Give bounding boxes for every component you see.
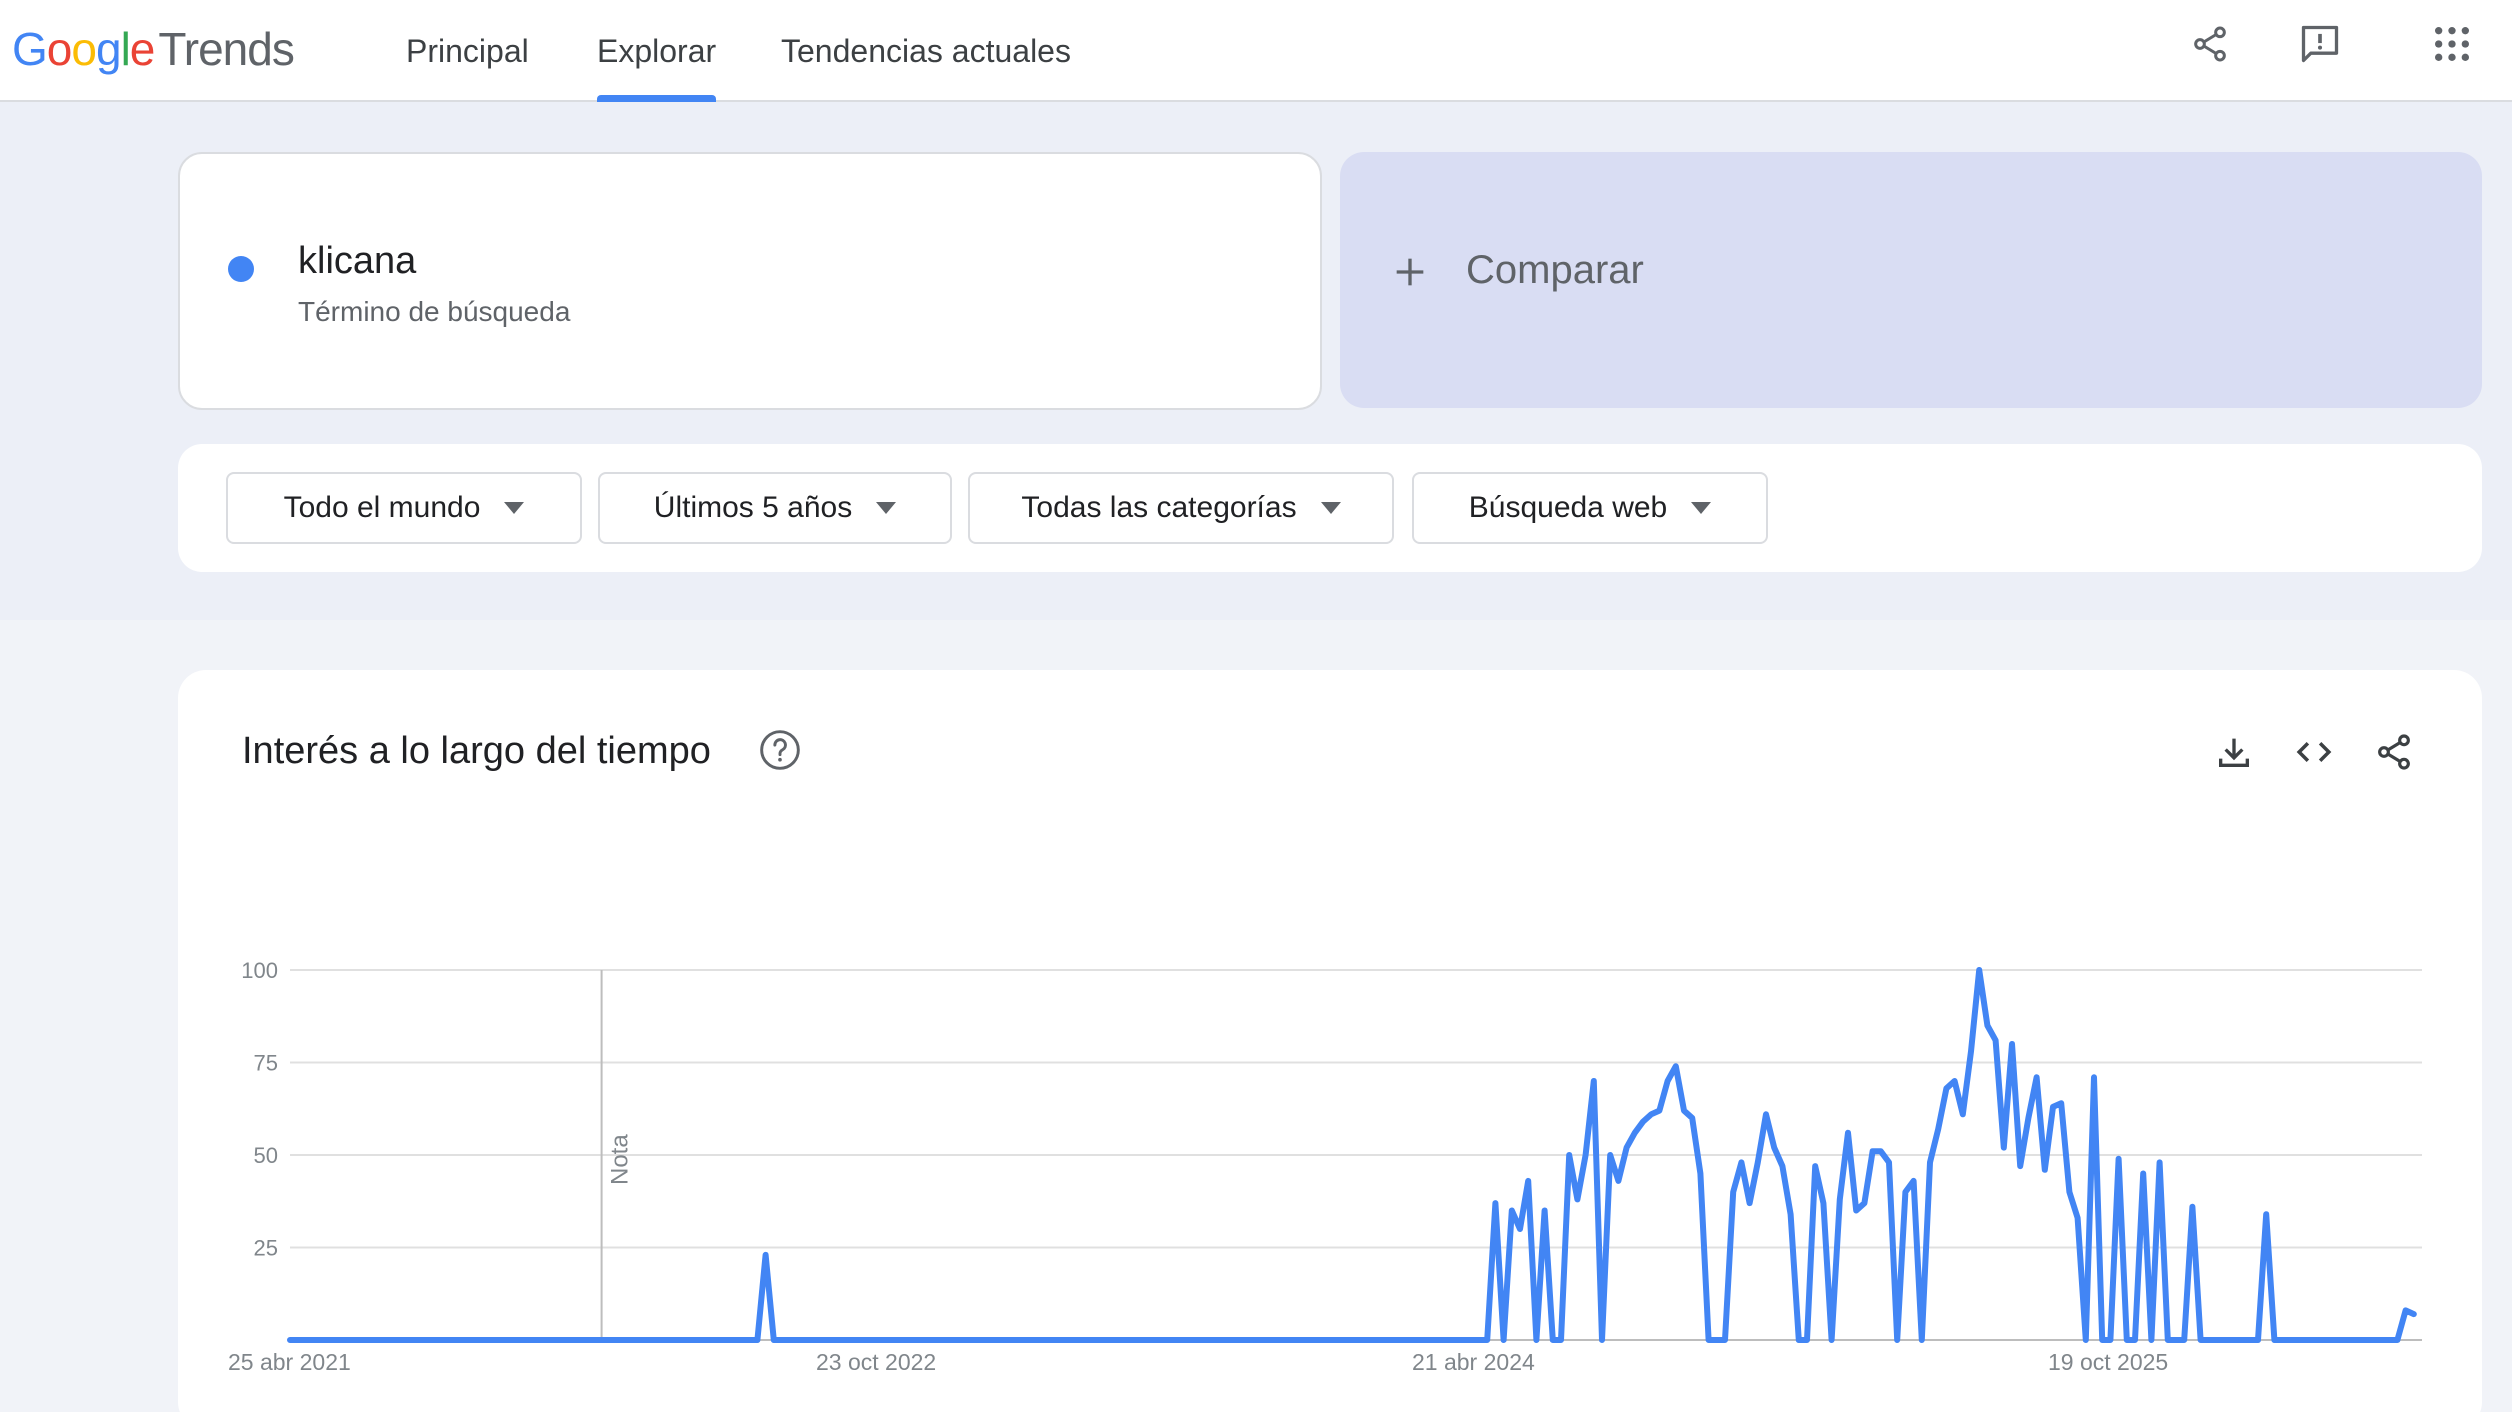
filter-time-dropdown[interactable]: Últimos 5 años [598, 472, 952, 544]
nav-tab-explorar[interactable]: Explorar [597, 0, 717, 102]
logo-letter: o [46, 23, 73, 75]
filter-label: Últimos 5 años [653, 491, 853, 524]
nav-tab-label: Principal [406, 32, 529, 69]
filter-label: Todo el mundo [283, 491, 481, 524]
y-tick-label: 100 [241, 958, 278, 983]
nav-tab-label: Explorar [597, 32, 717, 69]
filter-bar: Todo el mundo Últimos 5 años Todas las c… [178, 444, 2482, 572]
compare-button[interactable]: Comparar [1340, 152, 2482, 408]
logo-trends-text: Trends [158, 23, 294, 75]
x-tick-label: 23 oct 2022 [816, 1349, 936, 1375]
logo-letter: o [71, 23, 97, 75]
active-tab-indicator [597, 95, 717, 102]
google-trends-logo[interactable]: Go o g l e Trends [12, 14, 295, 84]
caret-down-icon [876, 502, 897, 514]
apps-grid-icon[interactable] [2422, 14, 2482, 74]
caret-down-icon [1320, 502, 1341, 514]
nav-tab-principal[interactable]: Principal [406, 0, 529, 102]
interest-over-time-card: Interés a lo largo del tiempo 25 50 75 100 2… [178, 670, 2482, 1412]
logo-letter: G [12, 23, 48, 75]
filter-category-dropdown[interactable]: Todas las categorías [968, 472, 1394, 544]
logo-letter: g [95, 23, 122, 75]
y-tick-label: 50 [254, 1143, 278, 1168]
search-term: klicana [298, 240, 417, 282]
x-tick-label: 21 abr 2024 [1412, 1349, 1535, 1375]
caret-down-icon [1691, 502, 1712, 514]
filter-label: Búsqueda web [1468, 491, 1668, 524]
share-icon[interactable] [2180, 14, 2240, 74]
search-term-type: Término de búsqueda [298, 296, 571, 327]
y-tick-label: 75 [254, 1051, 278, 1076]
filter-label: Todas las categorías [1021, 491, 1297, 524]
annotation-label: Nota [607, 1134, 634, 1185]
caret-down-icon [504, 502, 525, 514]
interest-line-chart: 25 50 75 100 25 abr 2021 23 oct 2022 21 abr 20… [228, 958, 2422, 1375]
y-tick-label: 25 [254, 1236, 278, 1261]
search-term-card[interactable]: klicana Término de búsqueda [178, 152, 1322, 410]
x-tick-label: 25 abr 2021 [228, 1349, 351, 1375]
compare-label: Comparar [1466, 248, 1644, 292]
logo-letter: l [120, 23, 131, 75]
nav-tab-tendencias-actuales[interactable]: Tendencias actuales [781, 0, 1071, 102]
filter-region-dropdown[interactable]: Todo el mundo [226, 472, 582, 544]
nav-tab-label: Tendencias actuales [781, 32, 1071, 69]
feedback-icon[interactable] [2290, 14, 2350, 74]
top-app-bar: Go o g l e Trends Principal Explorar Tendenci… [0, 0, 2512, 102]
x-tick-label: 19 oct 2025 [2048, 1349, 2168, 1375]
logo-letter: e [129, 23, 156, 75]
term-color-dot [228, 256, 254, 282]
plus-icon [1396, 258, 1424, 286]
filter-search-type-dropdown[interactable]: Búsqueda web [1412, 472, 1768, 544]
